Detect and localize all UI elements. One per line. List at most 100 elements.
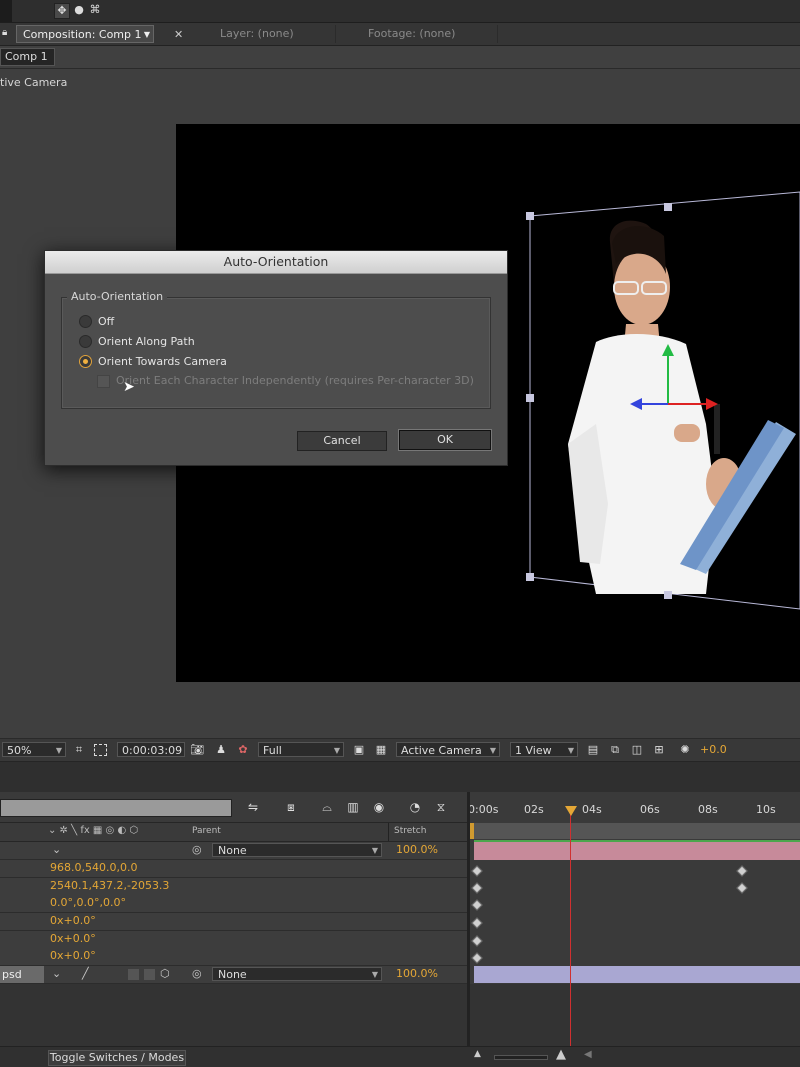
color-channels-icon[interactable]: ✿ (236, 743, 250, 756)
stretch-value[interactable]: 100.0% (396, 967, 438, 980)
keyframe[interactable] (471, 952, 483, 964)
exposure-value[interactable]: +0.0 (700, 743, 727, 756)
zoom-in-icon[interactable]: ▲ (556, 1047, 566, 1062)
layer-search-input[interactable] (0, 799, 232, 817)
switch-box[interactable] (144, 969, 155, 980)
sphere-icon[interactable]: ● (72, 3, 86, 17)
property-value[interactable]: 0x+0.0° (50, 949, 96, 962)
3d-layer-icon[interactable]: ⬡ (160, 967, 170, 980)
graph-editor-icon[interactable]: ◔ (406, 800, 424, 814)
brainstorm-icon[interactable]: ⧖ (432, 800, 450, 814)
radio-orient-towards-camera[interactable]: Orient Towards Camera (79, 354, 227, 370)
snapshot-camera-icon[interactable]: 📷︎ (190, 743, 204, 756)
scroll-left-icon[interactable]: ◀ (584, 1049, 592, 1060)
current-time-indicator[interactable] (570, 808, 571, 1046)
radio-button[interactable] (79, 314, 92, 328)
table-row[interactable]: 2540.1,437.2,-2053.3 (0, 878, 468, 896)
stretch-value[interactable]: 100.0% (396, 843, 438, 856)
timecode-field[interactable]: 0:00:03:09 (117, 742, 185, 757)
keyframe[interactable] (471, 899, 483, 911)
table-row[interactable]: 0.0°,0.0°,0.0° (0, 895, 468, 913)
collapse-switch-icon[interactable]: ⌄ (52, 843, 61, 856)
cancel-button[interactable]: Cancel (297, 431, 387, 451)
timeline-panel-icon[interactable]: ◫ (630, 743, 644, 756)
close-icon[interactable]: ✕ (174, 28, 183, 41)
toggle-switches-modes-button[interactable]: Toggle Switches / Modes (48, 1050, 186, 1066)
grid-overlay-icon[interactable]: ⌗ (72, 743, 86, 756)
layer-row[interactable]: psd ⌄ ╱ ⬡ ◎ None ▼ 100.0% (0, 966, 468, 984)
timeline-empty-area (0, 984, 468, 1046)
zoom-out-icon[interactable]: ▲ (474, 1049, 481, 1059)
pick-whip-icon[interactable]: ◎ (192, 843, 202, 856)
toolbar-edge (0, 0, 12, 22)
parent-select[interactable]: None ▼ (212, 967, 382, 981)
property-value[interactable]: 0x+0.0° (50, 932, 96, 945)
lock-icon[interactable]: 🔒︎ (2, 27, 12, 39)
fast-preview-render-icon[interactable]: ⧉ (608, 743, 622, 756)
table-row[interactable]: ⌄ ◎ None ▼ 100.0% (0, 842, 468, 860)
panel-divider (0, 762, 800, 792)
keyframe[interactable] (471, 935, 483, 947)
keyframe[interactable] (471, 917, 483, 929)
radio-button[interactable] (79, 334, 92, 348)
ruler-tick: 0:00s (468, 803, 499, 816)
table-row[interactable]: 0x+0.0° (0, 931, 468, 949)
layer-bar[interactable] (474, 842, 800, 860)
exposure-icon[interactable]: ✺ (678, 743, 692, 756)
layout-select[interactable]: 1 View ▼ (510, 742, 578, 757)
pick-whip-icon[interactable]: ◎ (192, 967, 202, 980)
tab-composition[interactable]: Composition: Comp 1 ▼ (16, 25, 154, 43)
checkbox[interactable] (97, 374, 110, 388)
comp-breadcrumb[interactable]: Comp 1 (0, 48, 55, 66)
tab-menu-icon[interactable]: ▼ (144, 26, 150, 44)
playhead-handle[interactable] (565, 806, 577, 816)
tab-footage[interactable]: Footage: (none) (338, 25, 498, 43)
table-row[interactable]: 0x+0.0° (0, 913, 468, 931)
timeline-divider[interactable] (467, 792, 470, 1046)
zoom-slider[interactable] (494, 1055, 548, 1060)
collapse-switch-icon[interactable]: ⌄ (52, 967, 61, 980)
frame-blending-icon[interactable]: ▥ (344, 800, 362, 814)
table-row[interactable]: 968.0,540.0,0.0 (0, 860, 468, 878)
layer-bar[interactable] (474, 966, 800, 983)
radio-button-selected[interactable] (79, 354, 92, 368)
flowchart-icon[interactable]: ⊞ (652, 743, 666, 756)
tab-layer[interactable]: Layer: (none) (188, 25, 336, 43)
layer-name[interactable]: psd (0, 966, 44, 983)
time-ruler-area[interactable]: 0:00s 02s 04s 06s 08s 10s (468, 792, 800, 1046)
show-snapshot-icon[interactable]: ♟ (214, 743, 228, 756)
group-label: Auto-Orientation (67, 290, 168, 303)
checkbox-per-character[interactable]: Orient Each Character Independently (req… (97, 373, 474, 389)
work-area-bar[interactable] (474, 823, 800, 839)
motion-blur-icon[interactable]: ◉ (370, 800, 388, 814)
property-value[interactable]: 2540.1,437.2,-2053.3 (50, 879, 169, 892)
work-area-start[interactable] (470, 823, 474, 839)
quality-switch-icon[interactable]: ╱ (82, 967, 89, 980)
move-tool-icon[interactable]: ✥ (54, 3, 70, 19)
keyframe[interactable] (471, 882, 483, 894)
transparency-grid-icon[interactable]: ▦ (374, 743, 388, 756)
property-value[interactable]: 0.0°,0.0°,0.0° (50, 896, 126, 909)
resolution-select[interactable]: Full ▼ (258, 742, 344, 757)
property-value[interactable]: 968.0,540.0,0.0 (50, 861, 137, 874)
ok-button[interactable]: OK (399, 430, 491, 450)
table-row[interactable]: 0x+0.0° (0, 948, 468, 966)
hide-shy-layers-icon[interactable]: ⌓ (318, 800, 336, 814)
composition-mini-flowchart-icon[interactable]: ⇋ (244, 800, 262, 814)
keyframe[interactable] (471, 865, 483, 877)
fast-previews-icon[interactable]: ▣ (352, 743, 366, 756)
toggle-pixel-aspect-icon[interactable]: ▤ (586, 743, 600, 756)
keyframe[interactable] (736, 865, 748, 877)
region-of-interest-icon[interactable] (94, 744, 107, 756)
property-value[interactable]: 0x+0.0° (50, 914, 96, 927)
switch-box[interactable] (128, 969, 139, 980)
view-select[interactable]: Active Camera ▼ (396, 742, 500, 757)
time-ruler[interactable]: 0:00s 02s 04s 06s 08s 10s (468, 792, 800, 822)
keyframe[interactable] (736, 882, 748, 894)
camera-orbit-icon[interactable]: ⌘ (88, 3, 102, 17)
draft-3d-icon[interactable]: ⧆ (282, 800, 300, 814)
parent-select[interactable]: None ▼ (212, 843, 382, 857)
zoom-select[interactable]: 50% ▼ (2, 742, 66, 757)
radio-orient-along-path[interactable]: Orient Along Path (79, 334, 195, 350)
radio-off[interactable]: Off (79, 314, 114, 330)
